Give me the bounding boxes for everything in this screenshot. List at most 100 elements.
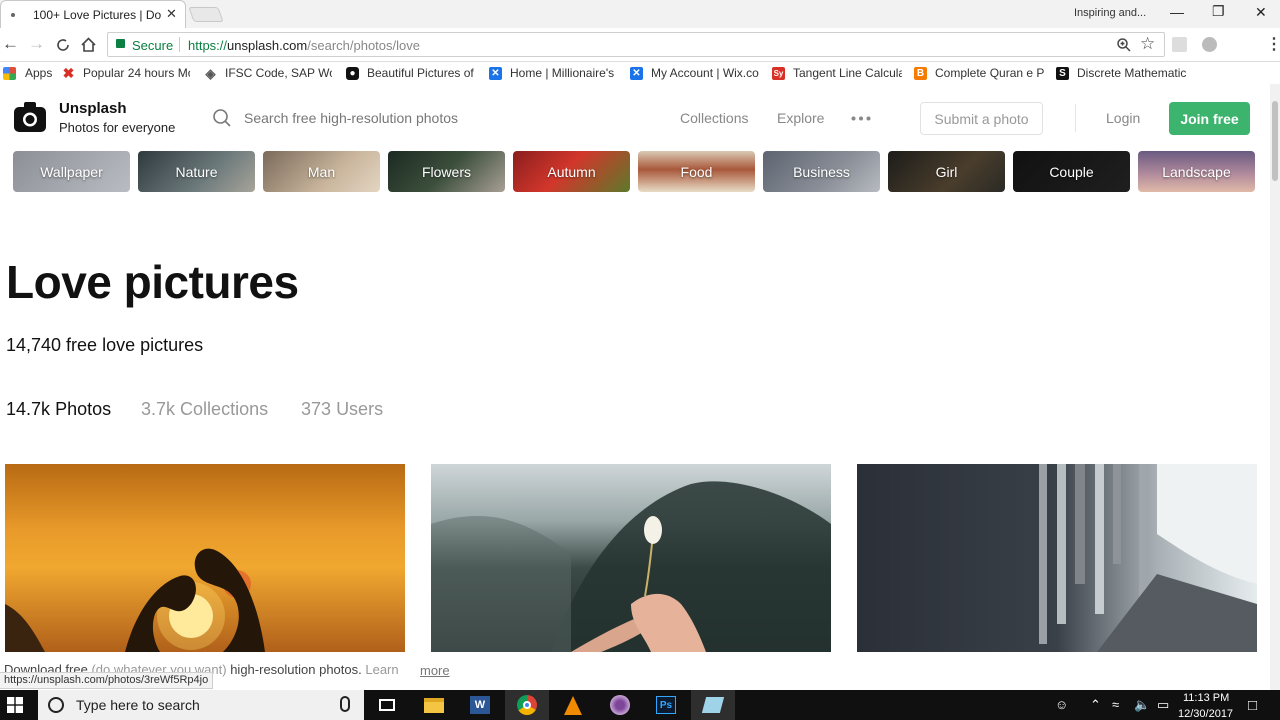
category-chip-nature[interactable]: Nature: [138, 151, 255, 192]
diamond-icon: ◈: [205, 65, 216, 81]
window-close-icon[interactable]: ✕: [1255, 4, 1267, 21]
secure-label[interactable]: Secure: [132, 38, 173, 53]
bookmark-item[interactable]: ◈ IFSC Code, SAP Work: [204, 65, 333, 81]
task-view-icon[interactable]: [365, 690, 409, 720]
category-chip-label: Autumn: [547, 163, 596, 180]
tab-photos[interactable]: 14.7k Photos: [6, 399, 111, 420]
stop-loading-icon[interactable]: [55, 37, 71, 53]
vlc-icon[interactable]: [551, 690, 595, 720]
home-icon[interactable]: [80, 36, 97, 53]
battery-icon[interactable]: ▭: [1157, 697, 1169, 713]
category-chip-label: Nature: [175, 163, 218, 180]
category-chip-couple[interactable]: Couple: [1013, 151, 1130, 192]
photo-image: [1039, 464, 1257, 652]
folder-glyph: [424, 697, 444, 713]
category-chip-label: Couple: [1049, 163, 1094, 180]
url-separator: [179, 37, 180, 52]
login-link[interactable]: Login: [1106, 110, 1140, 126]
bookmark-item[interactable]: ✕ My Account | Wix.co: [630, 65, 760, 81]
photo-image: [5, 548, 265, 652]
browser-tab-active[interactable]: 100+ Love Pictures | Download Free Image…: [0, 0, 186, 28]
restore-icon[interactable]: ❐: [1212, 3, 1225, 20]
extension-icon[interactable]: [1202, 37, 1217, 52]
action-center-icon[interactable]: □: [1248, 697, 1257, 714]
nav-collections[interactable]: Collections: [680, 110, 748, 126]
page-subtitle: 14,740 free love pictures: [6, 335, 204, 355]
taskbar-search-placeholder: Type here to search: [76, 697, 200, 713]
new-tab-button[interactable]: [188, 7, 224, 22]
submit-photo-button[interactable]: Submit a photo: [920, 102, 1043, 135]
people-icon[interactable]: ☺: [1055, 697, 1068, 712]
category-chip-autumn[interactable]: Autumn: [513, 151, 630, 192]
taskbar-search-box[interactable]: Type here to search: [38, 690, 364, 720]
camera-icon: ●: [346, 66, 359, 80]
tab-loading-icon: [11, 13, 15, 17]
bookmark-star-icon[interactable]: ☆: [1140, 34, 1155, 54]
page-scrollbar[interactable]: [1270, 84, 1280, 690]
category-chip-label: Flowers: [421, 163, 471, 180]
bookmark-item[interactable]: ✕ Home | Millionaire's: [489, 65, 617, 81]
category-chip-wallpaper[interactable]: Wallpaper: [13, 151, 130, 192]
scrollbar-thumb[interactable]: [1272, 101, 1278, 181]
search-input[interactable]: [236, 105, 636, 131]
tab-collections[interactable]: 3.7k Collections: [141, 399, 268, 420]
file-explorer-icon[interactable]: [412, 690, 456, 720]
more-options-icon[interactable]: [851, 116, 871, 121]
bookmark-item[interactable]: ✖ Popular 24 hours Mo: [62, 65, 190, 81]
photoshop-icon[interactable]: Ps: [644, 690, 688, 720]
word-glyph: W: [470, 696, 490, 714]
photo-heart-hands-sunset[interactable]: [5, 464, 405, 652]
category-chip-label: Business: [793, 163, 850, 180]
photo-flower-handoff[interactable]: [431, 464, 831, 652]
word-icon[interactable]: W: [458, 690, 502, 720]
bookmark-item[interactable]: S Discrete Mathematic: [1056, 65, 1186, 81]
bookmark-item[interactable]: B Complete Quran e Pa: [914, 65, 1044, 81]
nav-divider: [1075, 104, 1076, 132]
tor-browser-icon[interactable]: [598, 690, 642, 720]
category-chip-business[interactable]: Business: [763, 151, 880, 192]
brand-name[interactable]: Unsplash: [59, 100, 127, 117]
back-icon[interactable]: ←: [2, 34, 19, 54]
photo-image: [431, 481, 831, 652]
tab-users[interactable]: 373 Users: [301, 399, 383, 420]
wix-icon: ✕: [489, 66, 502, 80]
windows-taskbar: Type here to search W Ps ☺ ⌃ ≈ 🔈 ▭ □: [0, 690, 1280, 720]
forward-icon[interactable]: →: [28, 34, 45, 54]
volume-icon[interactable]: 🔈: [1134, 697, 1150, 713]
category-chip-food[interactable]: Food: [638, 151, 755, 192]
chrome-menu-icon[interactable]: ⋮: [1266, 34, 1280, 54]
chrome-icon[interactable]: [505, 690, 549, 720]
minimize-icon[interactable]: —: [1170, 4, 1184, 20]
tray-expand-icon[interactable]: ⌃: [1090, 697, 1101, 713]
blogger-icon: B: [914, 66, 927, 80]
notepad-icon[interactable]: [691, 690, 735, 720]
unsplash-camera-logo-icon[interactable]: [13, 100, 47, 134]
windows-start-icon[interactable]: [7, 697, 23, 713]
vlc-cone-glyph: [564, 695, 582, 715]
category-chip-man[interactable]: Man: [263, 151, 380, 192]
tor-glyph: [610, 695, 630, 715]
wifi-icon[interactable]: ≈: [1112, 697, 1119, 712]
photo-wind-chimes[interactable]: [857, 464, 1257, 652]
bookmark-item[interactable]: Sy Tangent Line Calculat: [772, 65, 902, 81]
extension-icon[interactable]: [1172, 37, 1187, 52]
category-chip-landscape[interactable]: Landscape: [1138, 151, 1255, 192]
category-chip-flowers[interactable]: Flowers: [388, 151, 505, 192]
profile-name[interactable]: Inspiring and...: [1074, 7, 1146, 19]
status-bar-url: https://unsplash.com/photos/3reWf5Rp4jo: [0, 672, 214, 689]
zoom-icon[interactable]: [1116, 37, 1132, 53]
x-logo-icon: ✖: [62, 65, 75, 81]
address-bar[interactable]: Secure https://unsplash.com/search/photo…: [107, 32, 1165, 57]
category-chip-girl[interactable]: Girl: [888, 151, 1005, 192]
nav-explore[interactable]: Explore: [777, 110, 824, 126]
microphone-icon[interactable]: [340, 696, 350, 712]
join-free-button[interactable]: Join free: [1169, 102, 1250, 135]
bookmark-apps[interactable]: Apps: [3, 65, 53, 81]
url-text[interactable]: https://unsplash.com/search/photos/love: [188, 38, 420, 53]
taskbar-clock-time[interactable]: 11:13 PM: [1183, 692, 1229, 704]
learn-more-link[interactable]: more: [420, 663, 450, 678]
tab-title: 100+ Love Pictures | Download Free Image…: [33, 8, 161, 22]
taskbar-clock-date[interactable]: 12/30/2017: [1178, 708, 1233, 720]
tab-close-icon[interactable]: ✕: [166, 6, 177, 22]
bookmark-item[interactable]: ● Beautiful Pictures of: [346, 65, 476, 81]
